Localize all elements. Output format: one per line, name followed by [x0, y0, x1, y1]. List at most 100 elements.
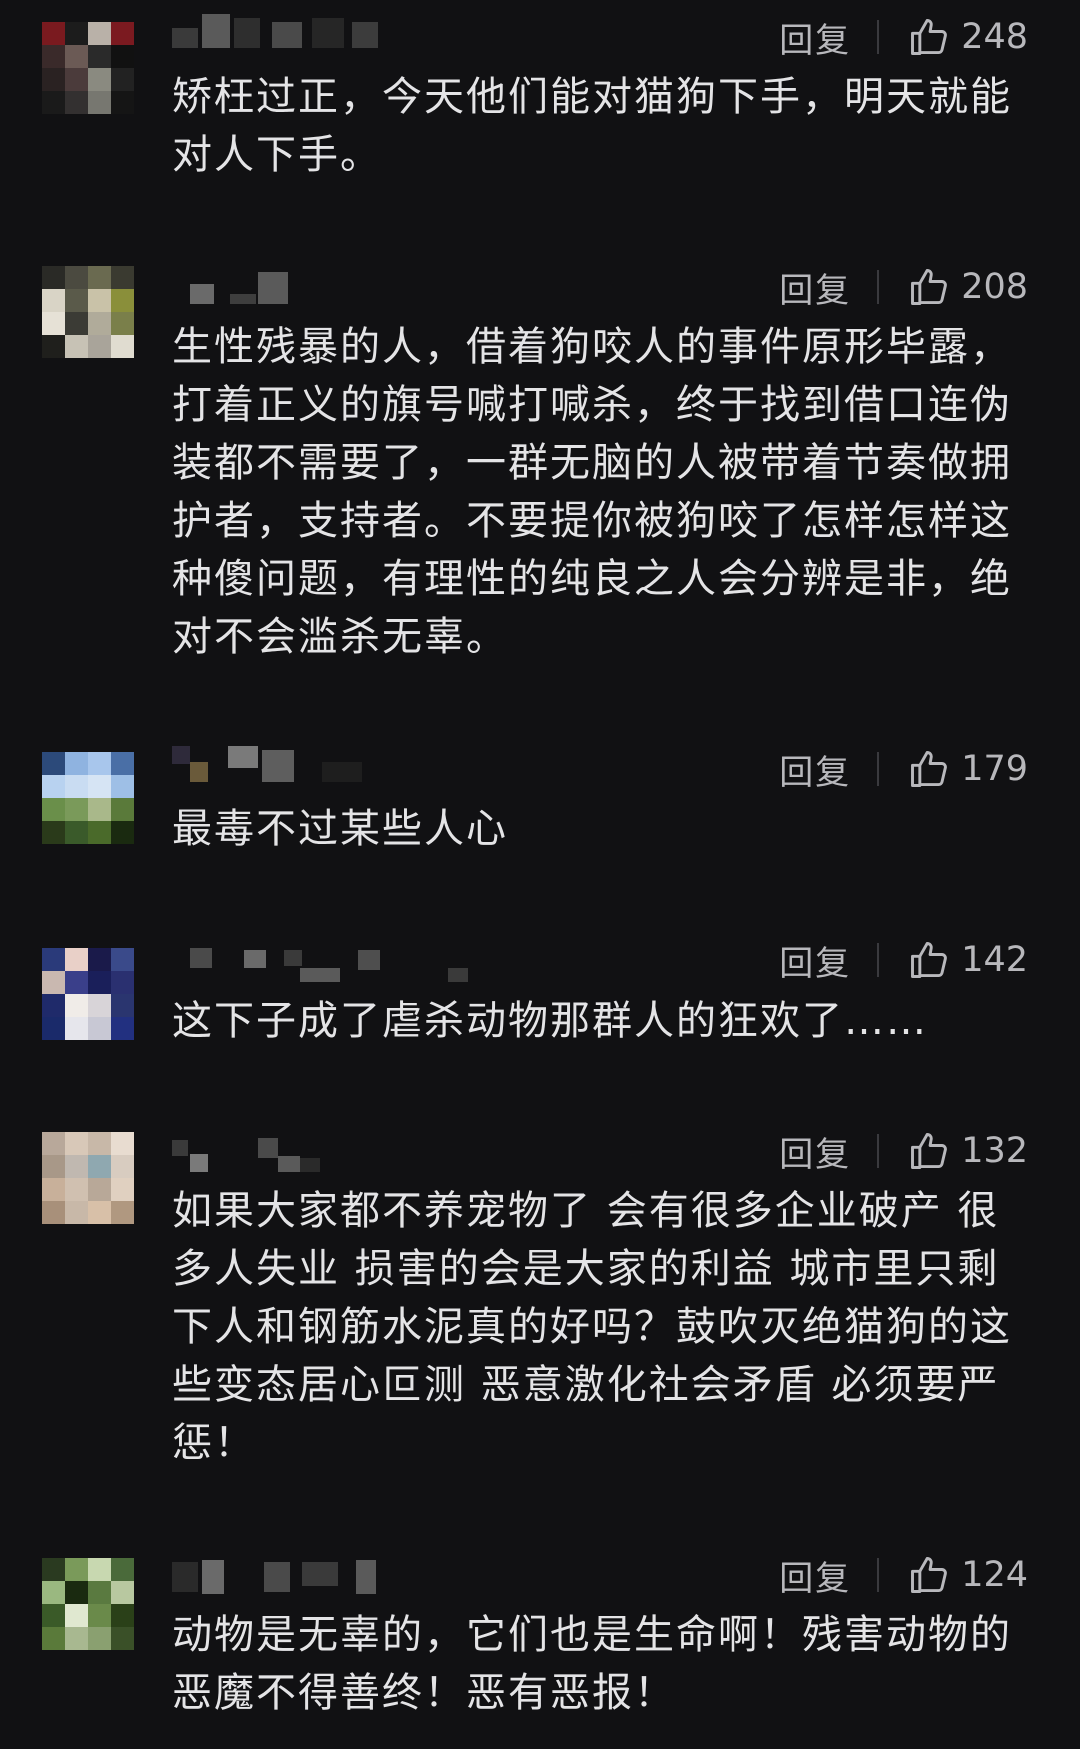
like-count: 132: [961, 1131, 1028, 1171]
username-pixelated[interactable]: [172, 936, 472, 982]
avatar-pixel: [65, 1017, 88, 1040]
avatar-pixel: [88, 1558, 111, 1581]
reply-button[interactable]: 回复: [779, 936, 851, 985]
avatar-pixel: [111, 1627, 134, 1650]
avatar-pixel: [42, 994, 65, 1017]
like-count: 208: [961, 267, 1028, 307]
avatar-pixel: [42, 798, 65, 821]
reply-button[interactable]: 回复: [779, 263, 851, 312]
like-button[interactable]: 142: [907, 938, 1028, 982]
avatar-pixel: [65, 798, 88, 821]
reply-button[interactable]: 回复: [779, 745, 851, 794]
like-button[interactable]: 132: [907, 1129, 1028, 1173]
thumbs-up-icon: [911, 751, 948, 787]
avatar-pixel: [65, 289, 88, 312]
avatar-pixel: [65, 1155, 88, 1178]
username-pixelated[interactable]: [172, 8, 472, 52]
avatar-pixel: [65, 821, 88, 844]
avatar-pixel: [88, 1132, 111, 1155]
like-count: 124: [961, 1555, 1028, 1595]
avatar-pixel: [65, 312, 88, 335]
avatar-pixel: [65, 971, 88, 994]
divider: [877, 943, 880, 977]
avatar-pixel: [88, 1627, 111, 1650]
avatar-pixel: [88, 1201, 111, 1224]
avatar-pixel: [111, 266, 134, 289]
username-pixelated[interactable]: [172, 1130, 472, 1174]
avatar-pixel: [65, 1558, 88, 1581]
avatar-pixel: [42, 948, 65, 971]
username-pixelated[interactable]: [172, 742, 472, 786]
comment-text: 动物是无辜的，它们也是生命啊！残害动物的恶魔不得善终！恶有恶报！: [172, 1612, 1012, 1716]
avatar-pixel: [111, 971, 134, 994]
avatar-pixel: [111, 1201, 134, 1224]
avatar-pixel: [65, 45, 88, 68]
avatar-pixel: [42, 1581, 65, 1604]
comment-text: 生性残暴的人，借着狗咬人的事件原形毕露，打着正义的旗号喊打喊杀，终于找到借口连伪…: [172, 324, 1012, 660]
like-count: 248: [961, 17, 1028, 57]
comment-text: 最毒不过某些人心: [172, 806, 508, 852]
avatar-pixel: [42, 1627, 65, 1650]
avatar-pixel: [42, 1178, 65, 1201]
comment-actions: 回复 248: [779, 12, 1028, 62]
avatar-pixel: [65, 1581, 88, 1604]
avatar-pixel: [111, 948, 134, 971]
avatar-pixel: [88, 335, 111, 358]
username-pixelated[interactable]: [172, 1554, 472, 1598]
avatar[interactable]: [42, 266, 134, 358]
avatar-pixel: [65, 1201, 88, 1224]
avatar[interactable]: [42, 22, 134, 114]
avatar-pixel: [65, 91, 88, 114]
avatar-pixel: [65, 775, 88, 798]
avatar[interactable]: [42, 1132, 134, 1224]
avatar[interactable]: [42, 752, 134, 844]
avatar-pixel: [88, 1178, 111, 1201]
like-button[interactable]: 179: [907, 747, 1028, 791]
avatar-pixel: [88, 266, 111, 289]
avatar[interactable]: [42, 1558, 134, 1650]
divider: [877, 270, 880, 304]
thumbs-up-icon: [911, 19, 948, 55]
avatar-pixel: [111, 1132, 134, 1155]
divider: [877, 1558, 880, 1592]
avatar-pixel: [88, 1604, 111, 1627]
avatar-pixel: [42, 45, 65, 68]
avatar-pixel: [65, 1178, 88, 1201]
avatar-pixel: [111, 798, 134, 821]
avatar-pixel: [111, 1604, 134, 1627]
avatar-pixel: [65, 948, 88, 971]
avatar-pixel: [111, 1178, 134, 1201]
comment-actions: 回复 132: [779, 1126, 1028, 1176]
avatar-pixel: [65, 1604, 88, 1627]
avatar[interactable]: [42, 948, 134, 1040]
divider: [877, 752, 880, 786]
reply-button[interactable]: 回复: [779, 1551, 851, 1600]
username-pixelated[interactable]: [172, 264, 472, 308]
avatar-pixel: [88, 948, 111, 971]
avatar-pixel: [88, 752, 111, 775]
avatar-pixel: [111, 1581, 134, 1604]
avatar-pixel: [65, 335, 88, 358]
like-button[interactable]: 124: [907, 1553, 1028, 1597]
avatar-pixel: [111, 91, 134, 114]
avatar-pixel: [111, 994, 134, 1017]
avatar-pixel: [111, 68, 134, 91]
avatar-pixel: [88, 1155, 111, 1178]
avatar-pixel: [42, 22, 65, 45]
avatar-pixel: [111, 1155, 134, 1178]
like-button[interactable]: 208: [907, 265, 1028, 309]
avatar-pixel: [88, 821, 111, 844]
reply-button[interactable]: 回复: [779, 13, 851, 62]
avatar-pixel: [88, 994, 111, 1017]
thumbs-up-icon: [911, 942, 948, 978]
thumbs-up-icon: [911, 1557, 948, 1593]
avatar-pixel: [42, 1155, 65, 1178]
avatar-pixel: [65, 68, 88, 91]
avatar-pixel: [42, 266, 65, 289]
avatar-pixel: [88, 312, 111, 335]
divider: [877, 1134, 880, 1168]
avatar-pixel: [42, 1604, 65, 1627]
reply-button[interactable]: 回复: [779, 1127, 851, 1176]
like-button[interactable]: 248: [907, 15, 1028, 59]
avatar-pixel: [88, 1017, 111, 1040]
